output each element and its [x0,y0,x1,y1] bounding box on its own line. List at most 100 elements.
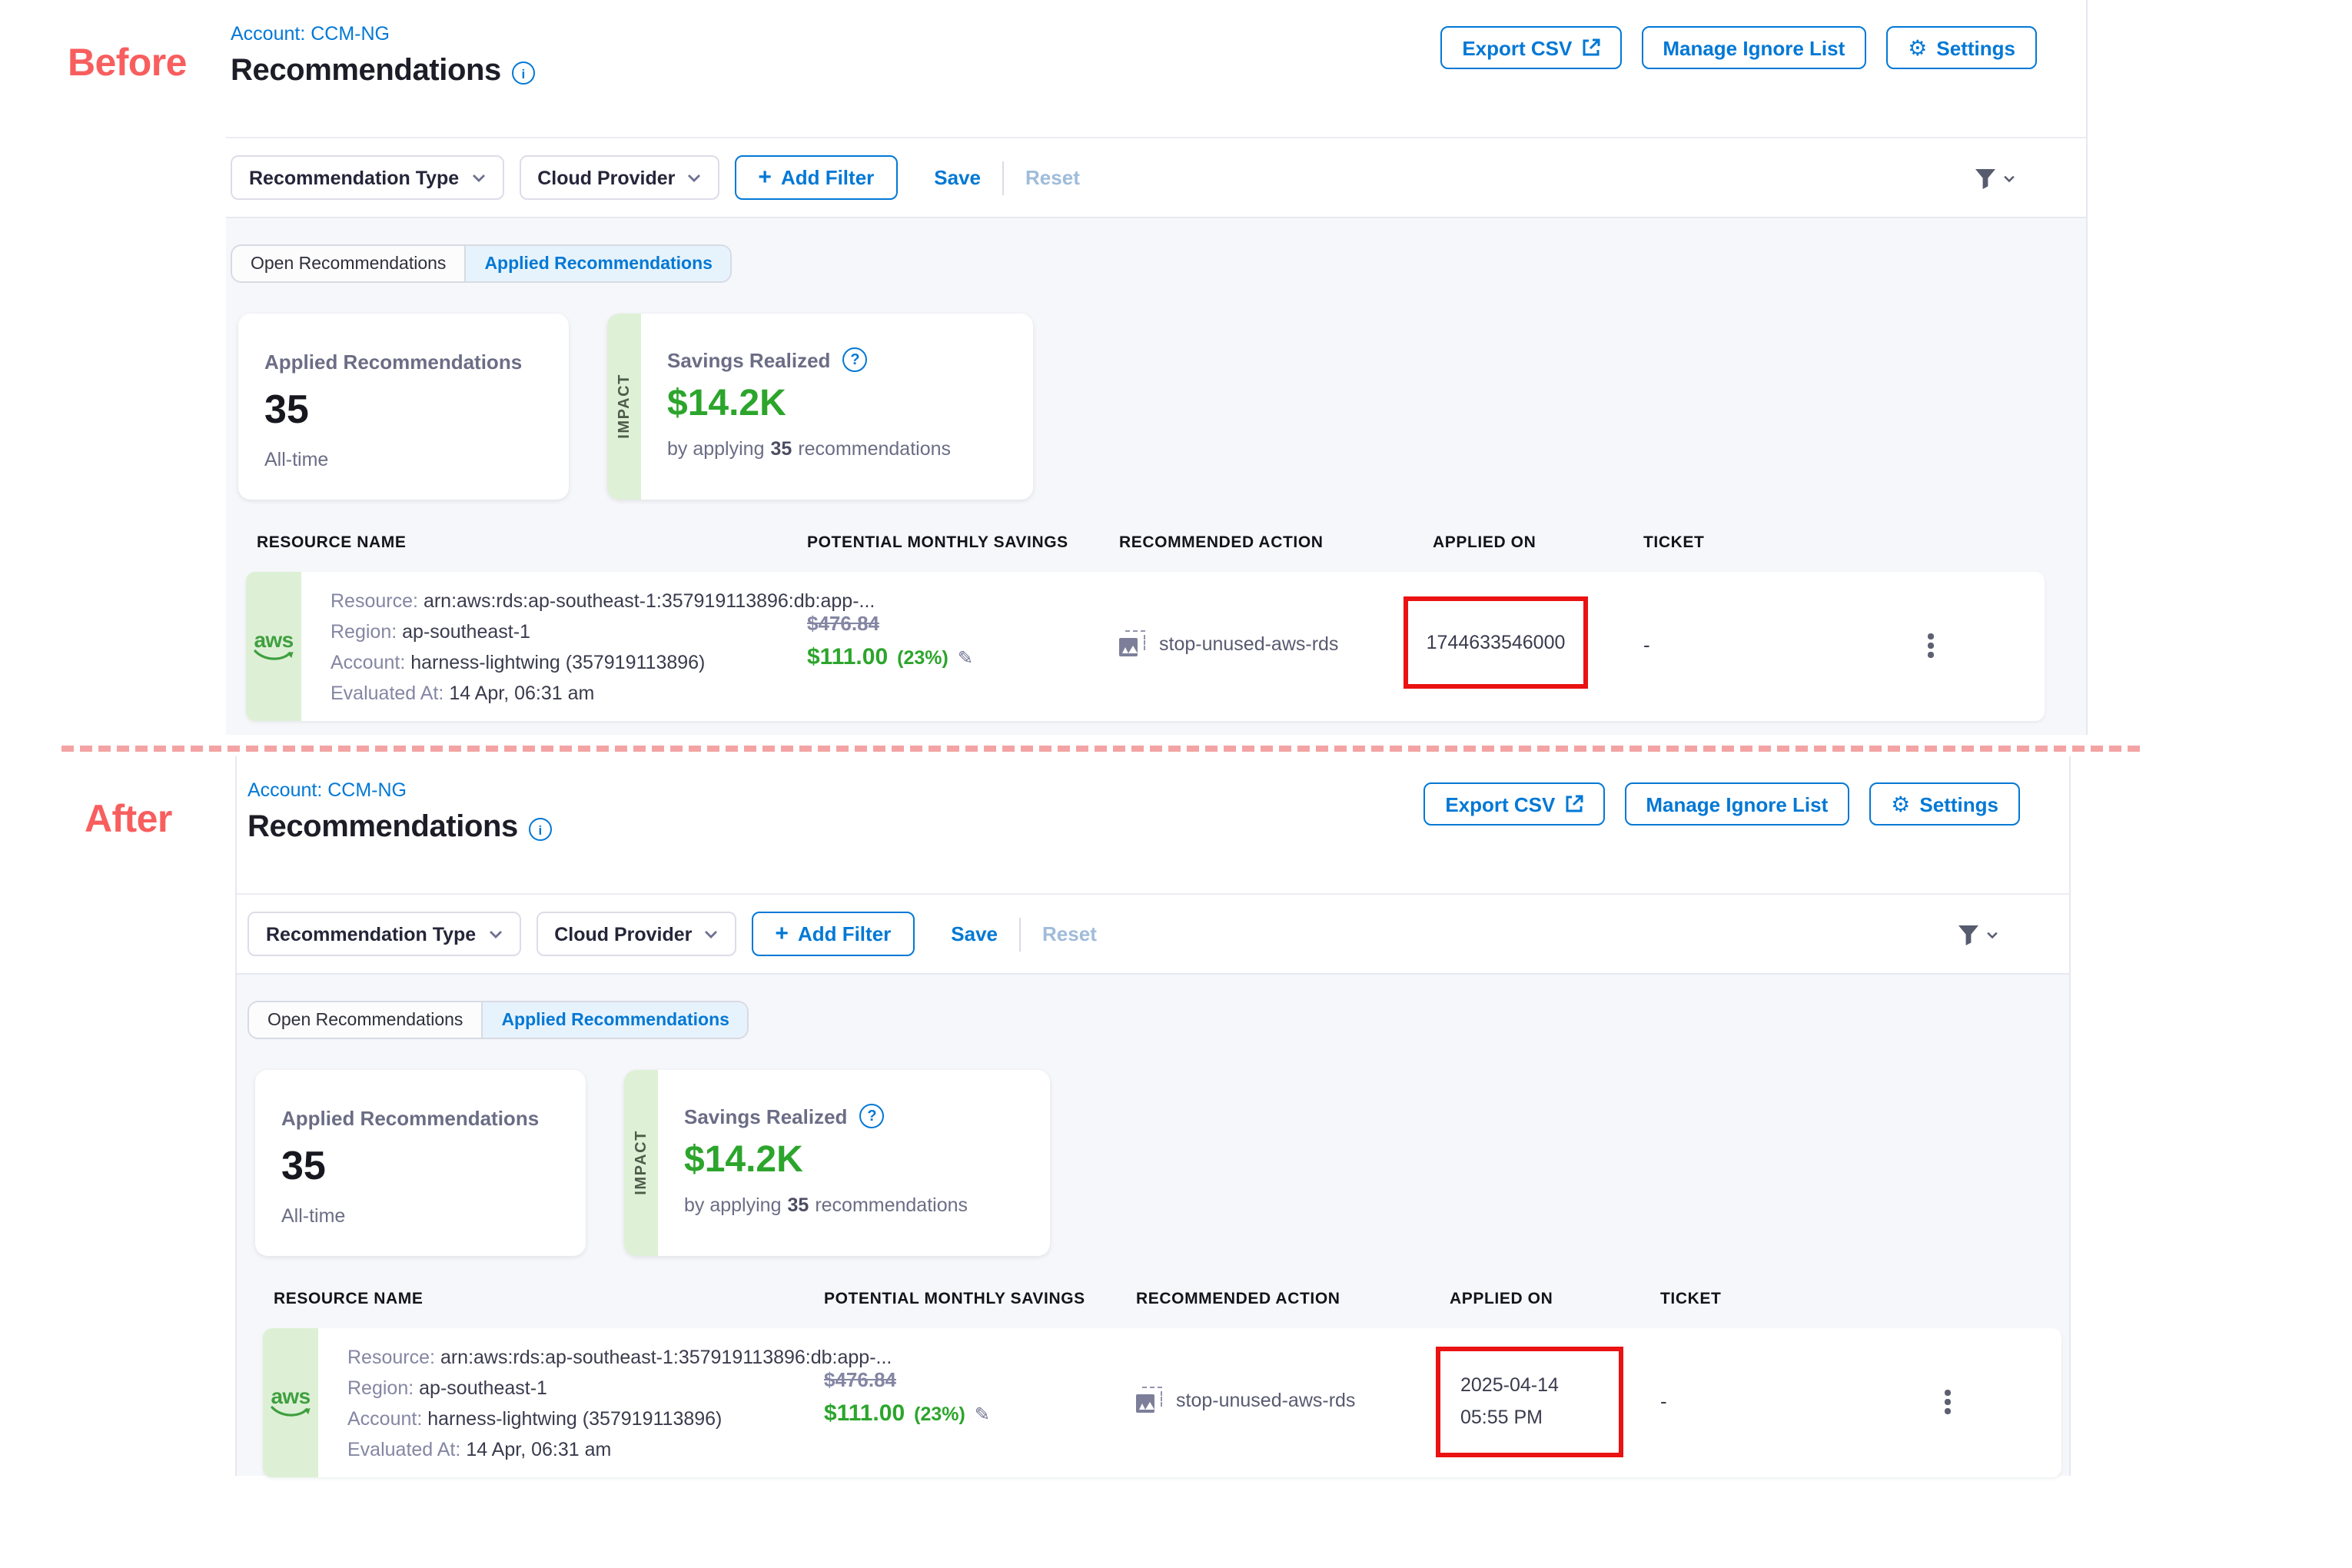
divider [1019,917,1021,951]
resource-details: Resource: arn:aws:rds:ap-southeast-1:357… [331,586,875,709]
column-header-ticket: TICKET [1660,1290,1721,1308]
action-name: stop-unused-aws-rds [1159,633,1338,654]
table-row[interactable]: aws Resource: arn:aws:rds:ap-southeast-1… [263,1328,2061,1477]
filter-menu-button[interactable] [1974,168,2015,191]
export-csv-button[interactable]: Export CSV [1440,26,1621,69]
row-menu-button[interactable] [1942,1387,1953,1417]
savings-percent: (23%) [897,646,948,668]
plus-icon: + [758,166,772,189]
info-icon[interactable]: i [529,818,552,841]
table-header-row: RESOURCE NAME POTENTIAL MONTHLY SAVINGS … [247,1277,2069,1328]
aws-icon: aws [271,1387,311,1418]
edit-icon[interactable]: ✎ [958,646,973,668]
provider-strip: aws [263,1328,318,1477]
cloud-provider-filter[interactable]: Cloud Provider [536,912,736,956]
row-menu-button[interactable] [1925,630,1936,660]
column-header-potential-monthly-savings: POTENTIAL MONTHLY SAVINGS [807,533,1068,552]
chevron-down-icon [488,929,502,938]
savings-value: $14.2K [667,383,951,426]
reset-filter-button[interactable]: Reset [1019,166,1086,189]
savings-cell: $476.84 $111.00 (23%) ✎ [824,1368,990,1427]
add-filter-button[interactable]: + Add Filter [752,912,914,956]
info-icon[interactable]: i [512,61,535,85]
page-title: Recommendations [247,810,518,845]
recommendation-type-filter[interactable]: Recommendation Type [231,155,503,200]
filter-menu-button[interactable] [1957,924,1998,947]
column-header-applied-on: APPLIED ON [1450,1290,1553,1308]
cloud-provider-filter[interactable]: Cloud Provider [519,155,719,200]
evaluated-at-value: 14 Apr, 06:31 am [466,1439,611,1460]
save-filter-button[interactable]: Save [945,922,1004,945]
summary-cards: Applied Recommendations 35 All-time IMPA… [238,314,2086,500]
page-title: Recommendations [231,54,501,89]
settings-button[interactable]: ⚙ Settings [1869,782,2020,826]
account-breadcrumb[interactable]: Account: CCM-NG [247,779,552,801]
instance-icon [1119,630,1145,656]
applied-recommendations-card: Applied Recommendations 35 All-time [238,314,569,500]
card-title: Applied Recommendations [264,350,569,374]
funnel-icon [1974,168,1997,191]
tab-open-recommendations[interactable]: Open Recommendations [249,1002,481,1038]
panel-body: Open Recommendations Applied Recommendat… [226,218,2086,735]
ticket-cell: - [1660,1390,1667,1413]
column-header-recommended-action: RECOMMENDED ACTION [1136,1290,1340,1308]
savings-value: $14.2K [684,1139,968,1182]
resource-details: Resource: arn:aws:rds:ap-southeast-1:357… [347,1342,892,1465]
page-header: Account: CCM-NG Recommendations i Export… [226,0,2086,137]
card-title: Applied Recommendations [281,1107,586,1130]
export-csv-button[interactable]: Export CSV [1423,782,1604,826]
tab-open-recommendations[interactable]: Open Recommendations [232,246,464,281]
page-header: Account: CCM-NG Recommendations i Export… [237,756,2069,893]
applied-on-value: 1744633546000 [1427,626,1566,659]
edit-icon[interactable]: ✎ [975,1403,990,1424]
settings-button[interactable]: ⚙ Settings [1886,26,2037,69]
header-actions: Export CSV Manage Ignore List ⚙ Settings [1423,782,2020,826]
instance-icon [1136,1387,1162,1413]
table-row[interactable]: aws Resource: arn:aws:rds:ap-southeast-1… [246,572,2045,721]
column-header-recommended-action: RECOMMENDED ACTION [1119,533,1324,552]
chevron-down-icon [1986,932,1998,939]
before-label: Before [68,42,187,86]
reset-filter-button[interactable]: Reset [1036,922,1103,945]
gear-icon: ⚙ [1908,37,1927,58]
filter-bar: Recommendation Type Cloud Provider + Add… [237,893,2069,975]
tab-applied-recommendations[interactable]: Applied Recommendations [464,246,731,281]
action-name: stop-unused-aws-rds [1176,1389,1355,1410]
add-filter-button[interactable]: + Add Filter [735,155,897,200]
column-header-potential-monthly-savings: POTENTIAL MONTHLY SAVINGS [824,1290,1085,1308]
help-icon[interactable]: ? [842,347,867,372]
chevron-down-icon [2003,175,2015,183]
account-breadcrumb[interactable]: Account: CCM-NG [231,23,535,45]
divider [1002,161,1004,194]
impact-strip: IMPACT [607,314,641,500]
card-title: Savings Realized [667,348,830,371]
save-filter-button[interactable]: Save [928,166,987,189]
recommendation-type-filter[interactable]: Recommendation Type [247,912,520,956]
table-header-row: RESOURCE NAME POTENTIAL MONTHLY SAVINGS … [231,521,2086,572]
help-icon[interactable]: ? [859,1104,884,1128]
before-after-divider [61,746,2140,752]
aws-icon: aws [254,631,294,662]
recommendations-tabs: Open Recommendations Applied Recommendat… [231,244,733,283]
impact-label: IMPACT [633,1131,649,1196]
account-value: harness-lightwing (357919113896) [410,652,705,673]
savings-percent: (23%) [914,1403,965,1424]
resource-arn: arn:aws:rds:ap-southeast-1:357919113896:… [440,1347,892,1368]
manage-ignore-list-button[interactable]: Manage Ignore List [1624,782,1849,826]
header-actions: Export CSV Manage Ignore List ⚙ Settings [1440,26,2037,69]
tab-applied-recommendations[interactable]: Applied Recommendations [481,1002,748,1038]
recommended-action-cell: stop-unused-aws-rds [1136,1387,1355,1413]
region-value: ap-southeast-1 [402,621,530,643]
original-cost: $476.84 [807,612,973,635]
external-link-icon [1564,795,1583,813]
account-value: harness-lightwing (357919113896) [427,1408,722,1430]
manage-ignore-list-button[interactable]: Manage Ignore List [1641,26,1866,69]
card-period: All-time [281,1205,586,1227]
savings-subtitle: by applying35recommendations [684,1194,968,1216]
recommendations-panel: Account: CCM-NG Recommendations i Export… [226,0,2088,735]
impact-label: IMPACT [616,374,633,440]
gear-icon: ⚙ [1891,793,1910,815]
chevron-down-icon [704,929,718,938]
column-header-resource-name: RESOURCE NAME [274,1290,424,1308]
column-header-applied-on: APPLIED ON [1433,533,1536,552]
